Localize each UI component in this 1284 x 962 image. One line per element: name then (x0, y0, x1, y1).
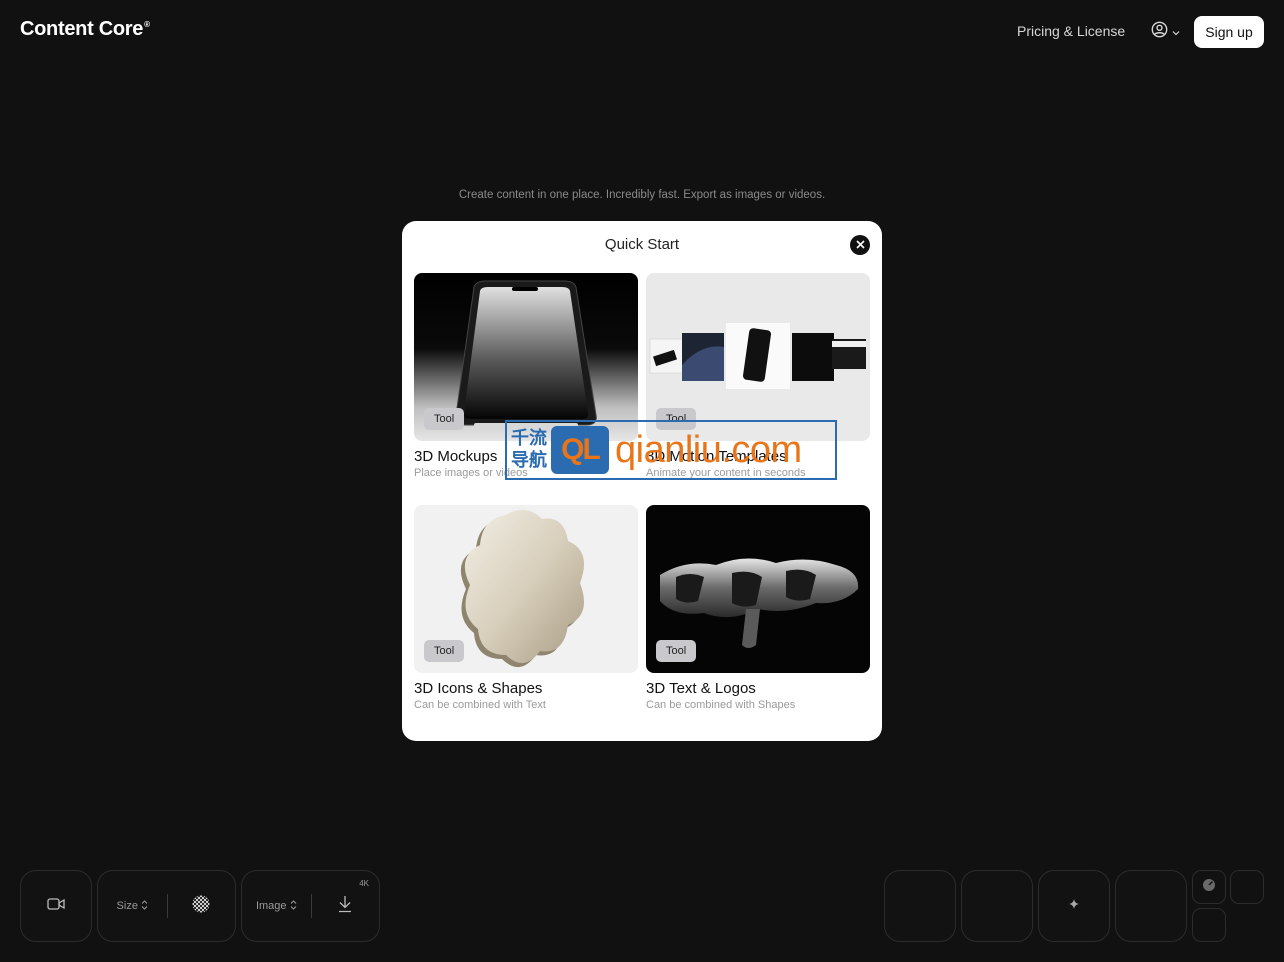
download-icon (337, 895, 353, 918)
logo[interactable]: Content Core® (20, 18, 150, 41)
size-label: Size (116, 900, 138, 912)
toolbar-slot-2[interactable] (961, 870, 1033, 942)
video-mode-button[interactable] (20, 870, 92, 942)
quick-start-modal: Quick Start Tool 3D Mockups Place images… (402, 221, 882, 741)
card-thumbnail: Tool (646, 505, 870, 673)
card-3d-icons-shapes[interactable]: Tool 3D Icons & Shapes Can be combined w… (414, 505, 638, 711)
card-thumbnail: Tool (414, 273, 638, 441)
account-menu[interactable] (1151, 21, 1185, 43)
toolbar-slot-1[interactable] (884, 870, 956, 942)
signup-button[interactable]: Sign up (1194, 16, 1264, 48)
dial-button[interactable] (1192, 870, 1226, 904)
watermark-cn-bottom: 导航 (511, 450, 547, 471)
card-thumbnail: Tool (646, 273, 870, 441)
watermark-url: qianliu.com (615, 428, 802, 471)
image-label: Image (255, 900, 287, 912)
tool-tag: Tool (656, 640, 697, 662)
card-title: 3D Text & Logos (646, 680, 756, 697)
watermark-logo: QL (551, 426, 609, 474)
export-panel: 4K Image (241, 870, 380, 942)
watermark-cn-top: 千流 (511, 428, 547, 449)
toolbar-slot-4[interactable] (1115, 870, 1187, 942)
modal-title: Quick Start (604, 236, 680, 253)
sparkle-icon (1068, 897, 1080, 915)
nav-link-pricing[interactable]: Pricing & License (1017, 23, 1125, 39)
tool-tag: Tool (424, 640, 465, 662)
chevron-down-icon (1172, 23, 1180, 41)
download-button[interactable] (312, 895, 380, 918)
user-circle-icon (1151, 21, 1168, 43)
size-select[interactable]: Size (98, 899, 167, 913)
transparency-toggle[interactable] (168, 895, 236, 918)
chevron-updown-icon (141, 899, 148, 913)
close-icon (855, 236, 865, 254)
tool-tag: Tool (424, 408, 465, 430)
watermark: 千流 导航 QL qianliu.com (505, 420, 837, 480)
video-camera-icon (47, 897, 65, 916)
chevron-updown-icon (290, 899, 297, 913)
export-format-select[interactable]: Image (242, 899, 311, 913)
card-description: Can be combined with Text (414, 699, 546, 711)
card-thumbnail: Tool (414, 505, 638, 673)
card-title: 3D Icons & Shapes (414, 680, 543, 697)
card-3d-text-logos[interactable]: Tool 3D Text & Logos Can be combined wit… (646, 505, 870, 711)
card-description: Can be combined with Shapes (646, 699, 796, 711)
small-slot-2[interactable] (1230, 870, 1264, 904)
logo-text: Content Core (20, 18, 144, 40)
dial-icon (1202, 878, 1216, 897)
checkerboard-icon (192, 895, 210, 918)
close-button[interactable] (850, 235, 870, 255)
registered-mark: ® (144, 20, 150, 29)
tagline: Create content in one place. Incredibly … (458, 189, 826, 201)
watermark-chinese-text: 千流 导航 (507, 428, 551, 472)
size-panel: Size (97, 870, 236, 942)
resolution-badge: 4K (359, 879, 369, 888)
generate-button[interactable] (1038, 870, 1110, 942)
small-slot-3[interactable] (1192, 908, 1226, 942)
